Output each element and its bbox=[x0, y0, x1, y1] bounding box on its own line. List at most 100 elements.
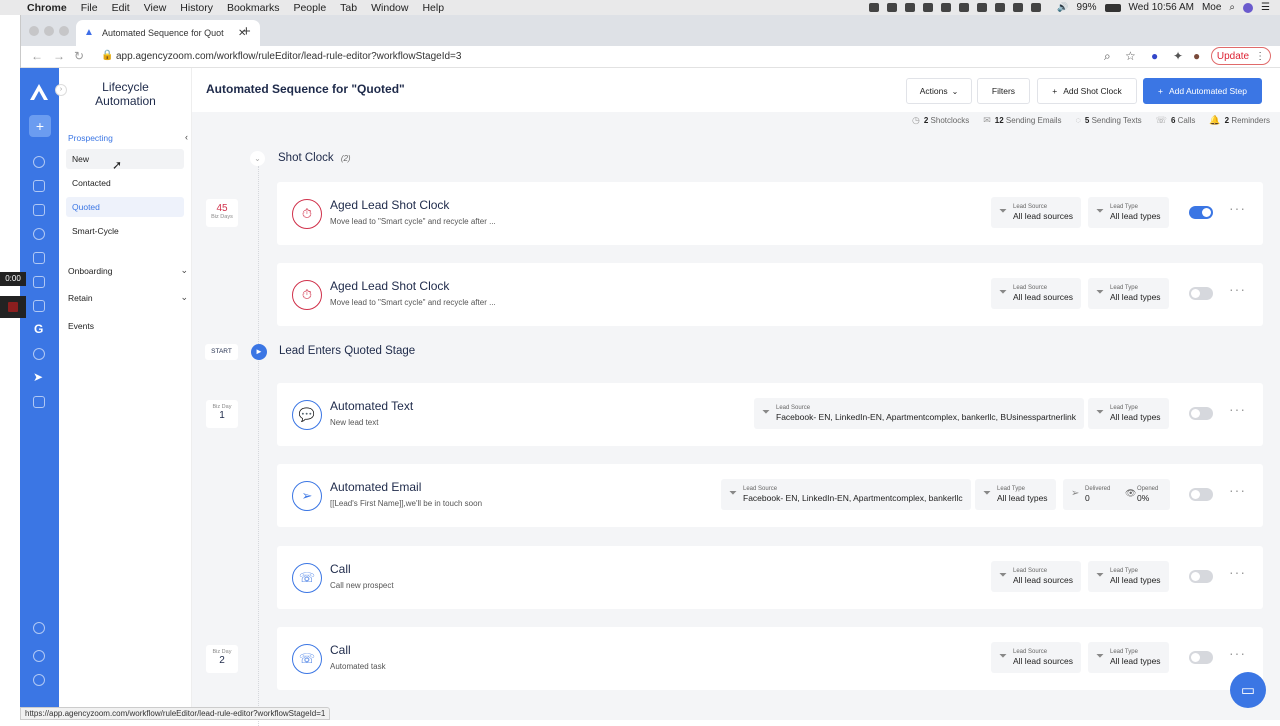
list-icon[interactable] bbox=[33, 252, 45, 264]
status-icon[interactable] bbox=[869, 3, 880, 12]
more-options-icon[interactable]: ··· bbox=[1229, 281, 1246, 297]
enable-toggle[interactable] bbox=[1189, 651, 1213, 664]
chevron-down-icon[interactable]: ⌄ bbox=[180, 292, 188, 303]
extensions-puzzle-icon[interactable]: ✦ bbox=[1173, 49, 1183, 63]
sidebar-item-contacted[interactable]: Contacted bbox=[66, 173, 184, 193]
menu-bookmarks[interactable]: Bookmarks bbox=[227, 2, 280, 14]
email-stats[interactable]: ➢ Delivered 0 👁 Opened 0% bbox=[1063, 479, 1170, 510]
menu-file[interactable]: File bbox=[81, 2, 98, 14]
calendar-icon[interactable] bbox=[33, 180, 45, 192]
more-options-icon[interactable]: ··· bbox=[1229, 645, 1246, 661]
chat-support-button[interactable]: ▭ bbox=[1230, 672, 1266, 708]
profile-avatar-icon[interactable]: ● bbox=[1193, 49, 1200, 63]
reports-chart-icon[interactable] bbox=[33, 276, 45, 288]
more-options-icon[interactable]: ··· bbox=[1229, 564, 1246, 580]
status-icon[interactable] bbox=[959, 3, 970, 12]
sidebar-section-prospecting[interactable]: Prospecting ‹ bbox=[68, 132, 190, 143]
agencyzoom-logo-icon[interactable] bbox=[29, 83, 49, 101]
extension-icon[interactable]: ● bbox=[1151, 49, 1158, 63]
settings-gear-icon[interactable] bbox=[33, 622, 45, 634]
help-icon[interactable] bbox=[33, 650, 45, 662]
status-icon[interactable] bbox=[905, 3, 916, 12]
menubar-clock[interactable]: Wed 10:56 AM bbox=[1129, 2, 1194, 13]
lead-source-filter[interactable]: ⏷ Lead Source Facebook- EN, LinkedIn-EN,… bbox=[754, 398, 1084, 429]
enable-toggle[interactable] bbox=[1189, 407, 1213, 420]
window-close-button[interactable] bbox=[29, 26, 39, 36]
dashboard-icon[interactable] bbox=[33, 156, 45, 168]
more-options-icon[interactable]: ··· bbox=[1229, 401, 1246, 417]
update-button[interactable]: Update ⋮ bbox=[1211, 47, 1271, 65]
people-icon[interactable] bbox=[33, 228, 45, 240]
add-shot-clock-button[interactable]: + Add Shot Clock bbox=[1037, 78, 1137, 104]
status-icon[interactable] bbox=[887, 3, 898, 12]
contacts-card-icon[interactable] bbox=[33, 204, 45, 216]
spotlight-icon[interactable]: ⌕ bbox=[1229, 2, 1235, 13]
menu-edit[interactable]: Edit bbox=[112, 2, 130, 14]
sidebar-item-smart-cycle[interactable]: Smart-Cycle bbox=[66, 221, 184, 241]
actions-button[interactable]: Actions ⌄ bbox=[906, 78, 972, 104]
lead-source-filter[interactable]: ⏷ Lead Source All lead sources bbox=[991, 561, 1082, 592]
google-icon[interactable]: G bbox=[34, 322, 43, 336]
menu-app-name[interactable]: Chrome bbox=[27, 2, 67, 14]
lead-type-filter[interactable]: ⏷ Lead Type All lead types bbox=[1088, 398, 1169, 429]
lead-source-filter[interactable]: ⏷ Lead Source Facebook- EN, LinkedIn-EN,… bbox=[721, 479, 971, 510]
address-bar[interactable]: app.agencyzoom.com/workflow/ruleEditor/l… bbox=[116, 51, 461, 62]
back-icon[interactable]: ← bbox=[31, 49, 43, 63]
lock-icon[interactable]: 🔒 bbox=[101, 50, 113, 61]
window-zoom-button[interactable] bbox=[59, 26, 69, 36]
enable-toggle[interactable] bbox=[1189, 206, 1213, 219]
step-card[interactable]: ☏ Call Call new prospect ⏷ Lead Source A… bbox=[277, 546, 1263, 609]
chat-bubbles-icon[interactable] bbox=[33, 396, 45, 408]
battery-percent[interactable]: 99% bbox=[1077, 2, 1097, 13]
status-icon[interactable] bbox=[1031, 3, 1042, 12]
preferences-icon[interactable] bbox=[33, 674, 45, 686]
lead-source-filter[interactable]: ⏷ Lead Source All lead sources bbox=[991, 197, 1082, 228]
status-icon[interactable] bbox=[995, 3, 1006, 12]
enable-toggle[interactable] bbox=[1189, 570, 1213, 583]
status-icon[interactable] bbox=[923, 3, 934, 12]
zoom-search-icon[interactable]: ⌕ bbox=[1104, 49, 1111, 64]
more-options-icon[interactable]: ··· bbox=[1229, 482, 1246, 498]
lead-type-filter[interactable]: ⏷ Lead Type All lead types bbox=[1088, 642, 1169, 673]
chevron-down-icon[interactable]: ⌄ bbox=[250, 151, 265, 166]
forward-icon[interactable]: → bbox=[53, 49, 65, 63]
window-minimize-button[interactable] bbox=[44, 26, 54, 36]
menu-history[interactable]: History bbox=[180, 2, 213, 14]
lead-type-filter[interactable]: ⏷ Lead Type All lead types bbox=[1088, 278, 1169, 309]
sidebar-item-quoted[interactable]: Quoted bbox=[66, 197, 184, 217]
step-card[interactable]: ☏ Call Automated task ⏷ Lead Source All … bbox=[277, 627, 1263, 690]
chevron-left-icon[interactable]: ‹ bbox=[185, 132, 188, 142]
step-card[interactable]: ⏱ Aged Lead Shot Clock Move lead to "Sma… bbox=[277, 263, 1263, 326]
menu-window[interactable]: Window bbox=[371, 2, 408, 14]
menubar-user[interactable]: Moe bbox=[1202, 2, 1221, 13]
menu-people[interactable]: People bbox=[293, 2, 326, 14]
chevron-down-icon[interactable]: ⌄ bbox=[180, 265, 188, 276]
filters-button[interactable]: Filters bbox=[977, 78, 1030, 104]
reload-icon[interactable]: ↻ bbox=[74, 49, 84, 63]
status-icon[interactable] bbox=[941, 3, 952, 12]
bookmark-star-icon[interactable]: ☆ bbox=[1125, 49, 1136, 63]
enable-toggle[interactable] bbox=[1189, 287, 1213, 300]
menu-tab[interactable]: Tab bbox=[340, 2, 357, 14]
step-card[interactable]: ⏱ Aged Lead Shot Clock Move lead to "Sma… bbox=[277, 182, 1263, 245]
sidebar-section-events[interactable]: Events bbox=[68, 321, 94, 331]
sidebar-section-onboarding[interactable]: Onboarding ⌄ bbox=[68, 265, 190, 276]
menu-view[interactable]: View bbox=[144, 2, 167, 14]
siri-icon[interactable] bbox=[1243, 2, 1254, 13]
add-automated-step-button[interactable]: + Add Automated Step bbox=[1143, 78, 1262, 104]
volume-icon[interactable]: 🔊 bbox=[1057, 2, 1068, 13]
enable-toggle[interactable] bbox=[1189, 488, 1213, 501]
status-icon[interactable] bbox=[977, 3, 988, 12]
status-icon[interactable] bbox=[1013, 3, 1024, 12]
lead-source-filter[interactable]: ⏷ Lead Source All lead sources bbox=[991, 642, 1082, 673]
lead-type-filter[interactable]: ⏷ Lead Type All lead types bbox=[975, 479, 1056, 510]
stop-recording-button[interactable] bbox=[0, 296, 26, 318]
step-card[interactable]: ➢ Automated Email [[Lead's First Name]],… bbox=[277, 464, 1263, 527]
more-vertical-icon[interactable]: ⋮ bbox=[1255, 51, 1265, 62]
recycle-icon[interactable] bbox=[33, 348, 45, 360]
more-options-icon[interactable]: ··· bbox=[1229, 200, 1246, 216]
lead-type-filter[interactable]: ⏷ Lead Type All lead types bbox=[1088, 561, 1169, 592]
new-tab-icon[interactable]: + bbox=[242, 23, 251, 40]
battery-icon[interactable] bbox=[1104, 3, 1121, 12]
sidebar-item-new[interactable]: New bbox=[66, 149, 184, 169]
